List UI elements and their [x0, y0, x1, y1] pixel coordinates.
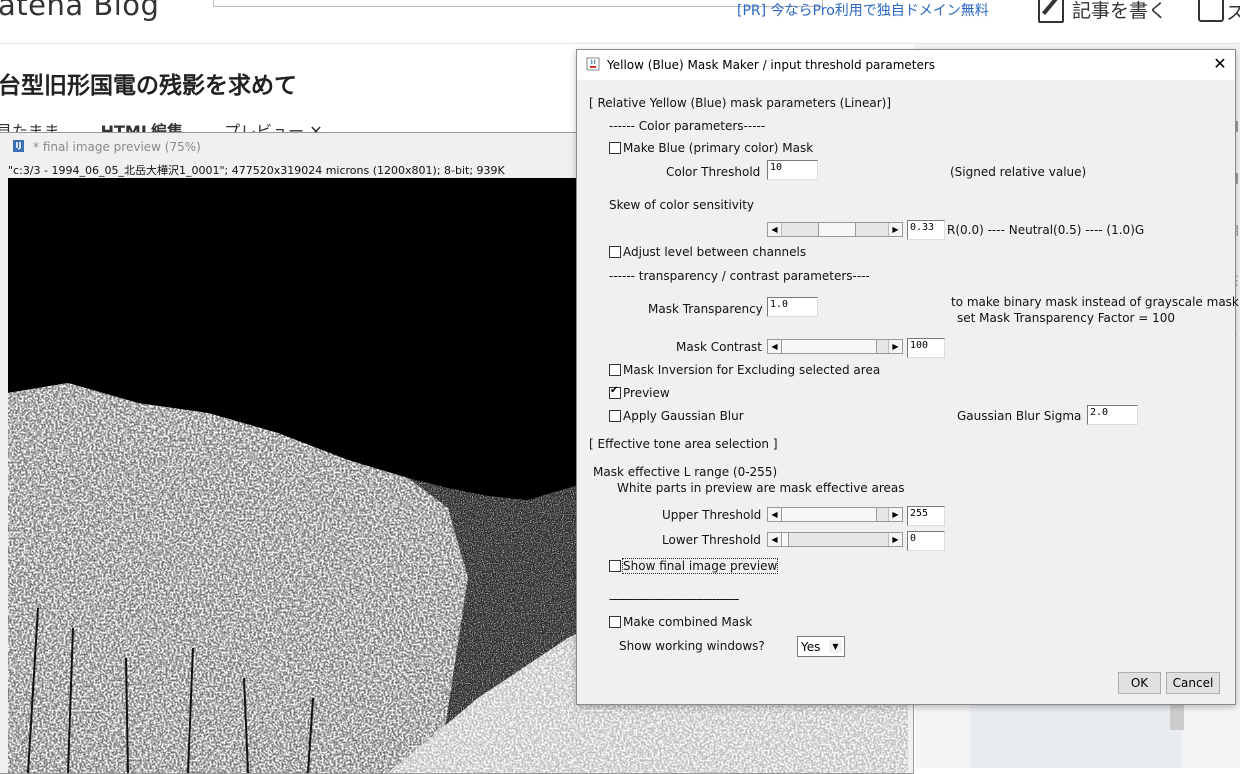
chevron-down-icon[interactable]: ▼ — [829, 640, 842, 653]
dialog-title: Yellow (Blue) Mask Maker / input thresho… — [607, 58, 936, 72]
upper-threshold-slider[interactable]: ◀ ▶ — [767, 507, 903, 522]
l-range-label: Mask effective L range (0-255) — [593, 465, 778, 479]
mask-contrast-input[interactable]: 100 — [907, 338, 945, 358]
color-threshold-input[interactable]: 10 — [767, 160, 818, 180]
java-coffee-icon — [586, 57, 600, 71]
skew-note: R(0.0) ---- Neutral(0.5) ---- (1.0)G — [947, 223, 1145, 237]
mask-transparency-note-2: set Mask Transparency Factor = 100 — [957, 311, 1176, 325]
slider-left-arrow-icon[interactable]: ◀ — [768, 223, 782, 236]
slider-right-arrow-icon[interactable]: ▶ — [888, 340, 902, 353]
blog-logo[interactable]: atena Blog — [0, 0, 159, 22]
skew-input[interactable]: 0.33 — [907, 220, 945, 240]
sidebar-panel — [970, 700, 1182, 768]
blog-post-title[interactable]: 台型旧形国電の残影を求めて — [0, 66, 297, 100]
gaussian-sigma-input[interactable]: 2.0 — [1087, 405, 1138, 425]
inbox-icon[interactable] — [1198, 0, 1224, 22]
skew-label: Skew of color sensitivity — [609, 198, 755, 212]
preview-label: Preview — [623, 386, 670, 400]
mask-maker-dialog: Yellow (Blue) Mask Maker / input thresho… — [576, 49, 1240, 705]
make-blue-mask-label: Make Blue (primary color) Mask — [623, 141, 814, 155]
slider-left-arrow-icon[interactable]: ◀ — [768, 340, 782, 353]
make-blue-mask-checkbox[interactable] — [609, 142, 621, 154]
slider-thumb[interactable] — [818, 223, 856, 236]
show-working-value: Yes — [801, 640, 821, 654]
mask-contrast-slider[interactable]: ◀ ▶ — [767, 339, 903, 354]
section-tone-header: [ Effective tone area selection ] — [589, 437, 778, 451]
color-threshold-label: Color Threshold — [666, 165, 761, 179]
mask-transparency-input[interactable]: 1.0 — [767, 297, 818, 317]
close-icon[interactable]: ✕ — [1209, 53, 1231, 75]
image-info-text: "c:3/3 - 1994_06_05_北岳大樺沢1_0001"; 477520… — [8, 164, 505, 177]
gaussian-sigma-label: Gaussian Blur Sigma — [957, 409, 1082, 423]
upper-threshold-input[interactable]: 255 — [907, 506, 945, 526]
make-combined-mask-label: Make combined Mask — [623, 615, 753, 629]
mask-contrast-label: Mask Contrast — [676, 340, 762, 354]
pen-icon — [1038, 0, 1064, 23]
lower-threshold-input[interactable]: 0 — [907, 531, 945, 551]
lower-threshold-label: Lower Threshold — [662, 533, 761, 547]
color-threshold-note: (Signed relative value) — [950, 165, 1087, 179]
slider-thumb[interactable] — [781, 533, 789, 546]
white-parts-note: White parts in preview are mask effectiv… — [617, 481, 905, 495]
slider-right-arrow-icon[interactable]: ▶ — [888, 533, 902, 546]
show-final-preview-checkbox[interactable] — [609, 560, 621, 572]
section-relative-header: [ Relative Yellow (Blue) mask parameters… — [589, 96, 892, 110]
lower-threshold-slider[interactable]: ◀ ▶ — [767, 532, 903, 547]
ok-button[interactable]: OK — [1118, 672, 1161, 694]
show-working-label: Show working windows? — [619, 639, 765, 653]
slider-left-arrow-icon[interactable]: ◀ — [768, 508, 782, 521]
slider-left-arrow-icon[interactable]: ◀ — [768, 533, 782, 546]
show-final-preview-label: Show final image preview — [621, 558, 779, 574]
gaussian-blur-label: Apply Gaussian Blur — [623, 409, 744, 423]
transparency-header: ------ transparency / contrast parameter… — [609, 269, 870, 283]
mask-inversion-label: Mask Inversion for Excluding selected ar… — [623, 363, 881, 377]
mask-transparency-label: Mask Transparency — [648, 302, 763, 316]
preview-checkbox[interactable] — [609, 385, 621, 399]
adjust-level-label: Adjust level between channels — [623, 245, 807, 259]
upper-threshold-label: Upper Threshold — [662, 508, 762, 522]
dialog-titlebar[interactable]: Yellow (Blue) Mask Maker / input thresho… — [577, 50, 1235, 80]
write-article-label: 記事を書く — [1072, 0, 1168, 22]
imagej-icon: IJ — [13, 140, 24, 152]
gaussian-blur-checkbox[interactable] — [609, 410, 621, 422]
show-working-select[interactable]: Yes ▼ — [797, 636, 845, 657]
write-article-button[interactable]: 記事を書く — [1038, 0, 1167, 23]
make-combined-mask-checkbox[interactable] — [609, 616, 621, 628]
slider-thumb[interactable] — [781, 340, 877, 353]
mask-transparency-note-1: to make binary mask instead of grayscale… — [951, 295, 1240, 309]
skew-slider[interactable]: ◀ ▶ — [767, 222, 903, 237]
header-edge-text: ス — [1226, 2, 1240, 24]
slider-right-arrow-icon[interactable]: ▶ — [888, 223, 902, 236]
preview-window-title: * final image preview (75%) — [33, 140, 201, 154]
pr-link[interactable]: [PR] 今ならPro利用で独自ドメイン無料 — [737, 0, 989, 20]
slider-thumb[interactable] — [781, 508, 877, 521]
slider-right-arrow-icon[interactable]: ▶ — [888, 508, 902, 521]
adjust-level-checkbox[interactable] — [609, 246, 621, 258]
divider-line: ---------------------------------------- — [609, 592, 739, 606]
color-params-header: ------ Color parameters----- — [609, 119, 766, 133]
mask-inversion-checkbox[interactable] — [609, 364, 621, 376]
cancel-button[interactable]: Cancel — [1166, 672, 1220, 694]
blog-search-input[interactable] — [213, 0, 823, 7]
